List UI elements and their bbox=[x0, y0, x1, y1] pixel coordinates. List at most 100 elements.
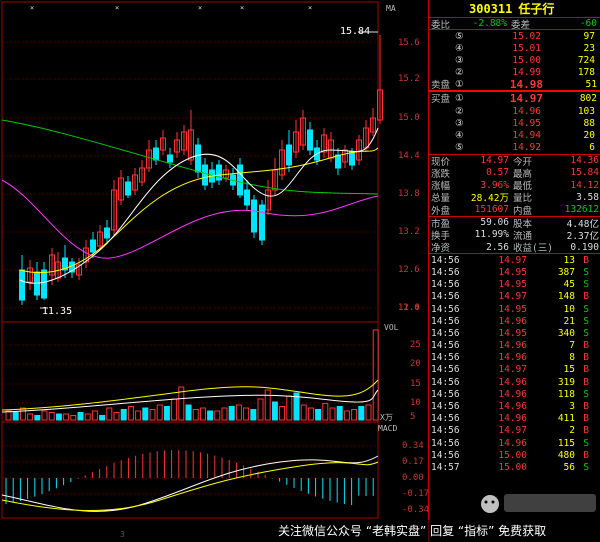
trade-tick-row[interactable]: 14:56 14.95 45 S bbox=[429, 279, 600, 291]
trade-tick-row[interactable]: 14:56 14.97 2 B bbox=[429, 425, 600, 437]
svg-text:×: × bbox=[240, 4, 244, 12]
tick-price: 14.95 bbox=[498, 279, 527, 291]
volume-panel-title: VOL bbox=[384, 323, 399, 332]
fundamentals-value: 59.06 bbox=[480, 217, 509, 229]
price-tick-label: 13.2 bbox=[398, 227, 420, 237]
sell-order-volume: 23 bbox=[583, 42, 595, 54]
buy-order-row[interactable]: ② 14.96 103 bbox=[429, 105, 600, 117]
volume-bar bbox=[27, 413, 34, 421]
trade-tick-row[interactable]: 14:56 14.95 340 S bbox=[429, 327, 600, 339]
buy1-label: 买盘 bbox=[431, 94, 451, 106]
sell-order-price: 15.01 bbox=[512, 42, 541, 54]
trade-ticks[interactable]: 14:56 14.97 13 B 14:56 14.95 387 S 14:56 14.95 45 S… bbox=[429, 254, 600, 473]
trade-tick-row[interactable]: 14:56 14.97 148 B bbox=[429, 291, 600, 303]
tick-price: 14.95 bbox=[498, 266, 527, 278]
tick-price: 14.96 bbox=[498, 437, 527, 449]
volume-bar bbox=[336, 406, 343, 421]
tick-volume: 118 bbox=[557, 388, 575, 400]
fundamentals: 市盈 59.06 股本 4.48亿 换手 11.99% 流通 2.37亿 净资 2.56 收益(三)… bbox=[429, 217, 600, 255]
trade-tick-row[interactable]: 14:56 14.96 3 B bbox=[429, 400, 600, 412]
tick-side: B bbox=[583, 291, 589, 303]
tick-time: 14:56 bbox=[431, 352, 460, 364]
volume-bar bbox=[286, 395, 293, 421]
candle-body bbox=[259, 204, 265, 241]
quote-value: 14.97 bbox=[480, 155, 509, 167]
sell-order-row[interactable]: ⑤ 15.02 97 bbox=[429, 30, 600, 42]
price-tick-label: 13.8 bbox=[398, 189, 420, 199]
trade-tick-row[interactable]: 14:56 14.96 21 S bbox=[429, 315, 600, 327]
kline-chart: × × × × × bbox=[1, 1, 383, 519]
volume-unit-label: X万 bbox=[380, 413, 393, 422]
sell1-price: 14.98 bbox=[509, 77, 543, 91]
trade-tick-row[interactable]: 14:56 14.96 411 B bbox=[429, 413, 600, 425]
volume-bar bbox=[113, 412, 120, 421]
sell-order-row[interactable]: ④ 15.01 23 bbox=[429, 42, 600, 54]
sell-order-row[interactable]: ③ 15.00 724 bbox=[429, 55, 600, 67]
tick-volume: 411 bbox=[557, 413, 575, 425]
tick-volume: 45 bbox=[563, 279, 575, 291]
tick-time: 14:56 bbox=[431, 425, 460, 437]
wechat-watermark-logo bbox=[478, 484, 600, 518]
buy-order-price: 14.94 bbox=[512, 129, 541, 141]
sell-order-level: ④ bbox=[455, 42, 464, 54]
price-tick-label: 15.2 bbox=[398, 74, 420, 84]
trade-tick-row[interactable]: 14:57 15.00 56 S bbox=[429, 461, 600, 473]
fundamentals-label: 净资 bbox=[431, 243, 451, 255]
buy-order-level: ⑤ bbox=[455, 142, 464, 154]
candle-body bbox=[335, 154, 341, 169]
volume-bar bbox=[235, 404, 242, 421]
sell-order-volume: 97 bbox=[583, 30, 595, 42]
trade-tick-row[interactable]: 14:56 14.97 13 B bbox=[429, 254, 600, 266]
buy-order-row[interactable]: ③ 14.95 88 bbox=[429, 117, 600, 129]
tick-side: B bbox=[583, 364, 589, 376]
volume-bar bbox=[250, 409, 257, 421]
trade-tick-row[interactable]: 14:56 14.95 10 S bbox=[429, 303, 600, 315]
trade-tick-row[interactable]: 14:56 14.95 387 S bbox=[429, 266, 600, 278]
tick-time: 14:56 bbox=[431, 315, 460, 327]
macd-tick-label: 0.34 bbox=[402, 441, 424, 451]
tick-price: 14.96 bbox=[498, 352, 527, 364]
volume-tick-label: 20 bbox=[410, 359, 421, 369]
min-price-label: 11.35 bbox=[42, 306, 73, 317]
tick-volume: 56 bbox=[563, 461, 575, 473]
trade-tick-row[interactable]: 14:56 14.96 7 B bbox=[429, 340, 600, 352]
price-tick-label: 12.6 bbox=[398, 265, 420, 275]
buy-order-level: ④ bbox=[455, 129, 464, 141]
volume-bar bbox=[48, 412, 55, 421]
volume-tick-label: 15 bbox=[410, 379, 421, 389]
buy-order-level: ③ bbox=[455, 117, 464, 129]
quote-label: 外盘 bbox=[431, 205, 451, 217]
candle-body bbox=[307, 129, 313, 151]
weicha-value: -60 bbox=[579, 18, 597, 30]
tick-volume: 2 bbox=[569, 425, 575, 437]
sell1-row[interactable]: 卖盘 ① 14.98 51 bbox=[429, 77, 600, 92]
buy1-level: ① bbox=[455, 92, 464, 104]
trade-tick-row[interactable]: 14:56 14.96 8 B bbox=[429, 352, 600, 364]
buy-order-level: ② bbox=[455, 105, 464, 117]
buy-order-row[interactable]: ⑤ 14.92 6 bbox=[429, 142, 600, 154]
tick-side: B bbox=[583, 401, 589, 413]
trade-tick-row[interactable]: 14:56 14.96 118 S bbox=[429, 388, 600, 400]
tick-volume: 387 bbox=[557, 266, 575, 278]
tick-price: 14.95 bbox=[498, 303, 527, 315]
sell-order-volume: 178 bbox=[577, 67, 595, 79]
sell1-level: ① bbox=[455, 78, 464, 90]
trade-tick-row[interactable]: 14:56 14.96 319 B bbox=[429, 376, 600, 388]
candle-body bbox=[349, 151, 355, 166]
tick-time: 14:56 bbox=[431, 376, 460, 388]
buy1-row[interactable]: 买盘 ① 14.97 802 bbox=[429, 92, 600, 106]
macd-dea-line bbox=[1, 461, 379, 512]
tick-side: B bbox=[583, 413, 589, 425]
kline-chart-area[interactable]: × × × × × 15.84 11.35 MA 15.6 15.2 15.0 14.4 13.… bbox=[0, 0, 429, 542]
macd-panel-title: MACD bbox=[378, 424, 398, 433]
trade-tick-row[interactable]: 14:56 15.00 480 B bbox=[429, 449, 600, 461]
trade-tick-row[interactable]: 14:56 14.96 115 S bbox=[429, 437, 600, 449]
buy-order-row[interactable]: ④ 14.94 20 bbox=[429, 129, 600, 141]
volume-bar bbox=[257, 398, 264, 421]
tick-price: 14.96 bbox=[498, 376, 527, 388]
volume-bar bbox=[279, 406, 286, 421]
tick-time: 14:56 bbox=[431, 413, 460, 425]
tick-time: 14:56 bbox=[431, 303, 460, 315]
candle-body bbox=[153, 147, 159, 161]
trade-tick-row[interactable]: 14:56 14.97 15 B bbox=[429, 364, 600, 376]
